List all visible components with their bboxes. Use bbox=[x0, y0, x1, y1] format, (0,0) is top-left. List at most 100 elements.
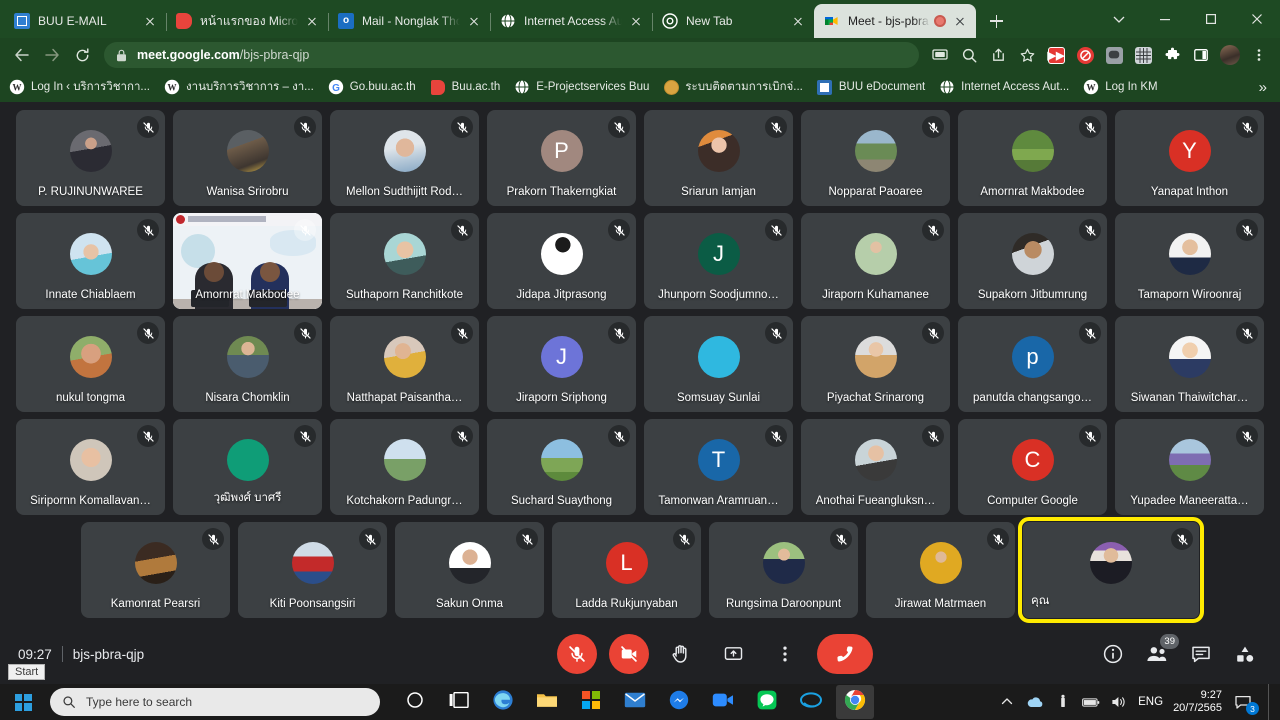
meeting-details-button[interactable] bbox=[1100, 641, 1126, 667]
leave-call-button[interactable] bbox=[817, 634, 873, 674]
participant-tile[interactable]: Suchard Suaythong bbox=[487, 419, 636, 515]
cast-icon[interactable] bbox=[927, 42, 953, 68]
more-options-button[interactable] bbox=[765, 634, 805, 674]
extension-video-downloader-icon[interactable]: ▶▶ bbox=[1043, 42, 1069, 68]
taskbar-clock[interactable]: 9:27 20/7/2565 bbox=[1173, 689, 1224, 715]
participant-tile[interactable]: Y Yanapat Inthon bbox=[1115, 110, 1264, 206]
participant-tile[interactable]: Sakun Onma bbox=[395, 522, 544, 618]
address-bar[interactable]: meet.google.com/bjs-pbra-qjp bbox=[104, 42, 919, 68]
tab-close-button[interactable] bbox=[142, 13, 158, 29]
microphone-off-button[interactable] bbox=[557, 634, 597, 674]
camera-off-button[interactable] bbox=[609, 634, 649, 674]
participant-tile[interactable]: Yupadee Maneeratta… bbox=[1115, 419, 1264, 515]
site-information-lock-icon[interactable] bbox=[116, 49, 127, 62]
close-window-button[interactable] bbox=[1234, 3, 1280, 35]
participant-tile[interactable]: คุณ bbox=[1018, 517, 1204, 623]
taskbar-app-line[interactable] bbox=[748, 685, 786, 719]
taskbar-app-zoom[interactable] bbox=[704, 685, 742, 719]
participant-tile[interactable]: Piyachat Srinarong bbox=[801, 316, 950, 412]
show-everyone-button[interactable]: 39 bbox=[1144, 634, 1179, 667]
participant-tile[interactable]: Innate Chiablaem bbox=[16, 213, 165, 309]
chrome-menu-icon[interactable] bbox=[1246, 42, 1272, 68]
language-indicator[interactable]: ENG bbox=[1138, 696, 1163, 708]
participant-tile[interactable]: P Prakorn Thakerngkiat bbox=[487, 110, 636, 206]
tab-close-button[interactable] bbox=[466, 13, 482, 29]
battery-icon[interactable] bbox=[1082, 693, 1100, 711]
taskbar-app-messenger[interactable] bbox=[660, 685, 698, 719]
activities-button[interactable] bbox=[1232, 641, 1258, 667]
present-screen-button[interactable] bbox=[713, 634, 753, 674]
browser-tab-1[interactable]: หน้าแรกของ Microso bbox=[166, 4, 329, 38]
tab-recording-indicator-icon[interactable] bbox=[934, 15, 946, 27]
onedrive-icon[interactable] bbox=[1026, 693, 1044, 711]
tab-close-button[interactable] bbox=[628, 13, 644, 29]
profile-avatar[interactable] bbox=[1217, 42, 1243, 68]
participant-tile[interactable]: Wanisa Srirobru bbox=[173, 110, 322, 206]
taskbar-app-google-chrome[interactable] bbox=[836, 685, 874, 719]
participant-tile[interactable]: L Ladda Rukjunyaban bbox=[552, 522, 701, 618]
participant-tile[interactable]: Anothai Fueangluksn… bbox=[801, 419, 950, 515]
taskbar-app-microsoft-edge[interactable] bbox=[484, 685, 522, 719]
reload-button[interactable] bbox=[68, 41, 96, 69]
search-icon[interactable] bbox=[956, 42, 982, 68]
participant-tile[interactable]: J Jhunporn Soodjumno… bbox=[644, 213, 793, 309]
participant-tile[interactable]: C Computer Google bbox=[958, 419, 1107, 515]
browser-tab-2[interactable]: o Mail - Nonglak Tho bbox=[328, 4, 491, 38]
forward-button[interactable] bbox=[38, 41, 66, 69]
maximize-button[interactable] bbox=[1188, 3, 1234, 35]
bookmark-item-4[interactable]: E-Projectservices Buu bbox=[514, 79, 649, 95]
participant-tile[interactable]: Mellon Sudthijitt Rod… bbox=[330, 110, 479, 206]
extensions-puzzle-icon[interactable] bbox=[1159, 42, 1185, 68]
browser-tab-5[interactable]: Meet - bjs-pbra bbox=[814, 4, 976, 38]
usb-icon[interactable] bbox=[1054, 693, 1072, 711]
bookmark-item-0[interactable]: W Log In ‹ บริการวิชากา... bbox=[9, 78, 150, 96]
taskbar-app-cortana[interactable] bbox=[396, 685, 434, 719]
taskbar-app-internet-explorer[interactable] bbox=[792, 685, 830, 719]
participant-tile[interactable]: Siwanan Thaiwitchar… bbox=[1115, 316, 1264, 412]
bookmark-item-5[interactable]: ระบบติดตามการเบิกจ่... bbox=[663, 78, 803, 96]
participant-tile[interactable]: Somsuay Sunlai bbox=[644, 316, 793, 412]
tab-close-button[interactable] bbox=[952, 13, 968, 29]
bookmarks-overflow-button[interactable]: » bbox=[1259, 79, 1271, 96]
participant-tile[interactable]: Tamaporn Wiroonraj bbox=[1115, 213, 1264, 309]
taskbar-search-box[interactable]: Type here to search bbox=[50, 688, 380, 716]
participant-tile[interactable]: Supakorn Jitbumrung bbox=[958, 213, 1107, 309]
participant-tile[interactable]: Rungsima Daroonpunt bbox=[709, 522, 858, 618]
participant-tile[interactable]: Amornrat Makbodee bbox=[958, 110, 1107, 206]
tab-search-chevron-icon[interactable] bbox=[1096, 3, 1142, 35]
taskbar-app-task-view[interactable] bbox=[440, 685, 478, 719]
browser-tab-4[interactable]: New Tab bbox=[652, 4, 815, 38]
participant-tile[interactable]: p panutda changsango… bbox=[958, 316, 1107, 412]
participant-tile[interactable]: Amornrat Makbodee bbox=[173, 213, 322, 309]
show-hidden-icons-chevron[interactable] bbox=[998, 693, 1016, 711]
bookmark-item-2[interactable]: G Go.buu.ac.th bbox=[328, 79, 416, 95]
participant-tile[interactable]: วุฒิพงศ์ บาศรี bbox=[173, 419, 322, 515]
chat-button[interactable] bbox=[1188, 641, 1214, 667]
tab-close-button[interactable] bbox=[790, 13, 806, 29]
bookmark-item-7[interactable]: Internet Access Aut... bbox=[939, 79, 1069, 95]
raise-hand-button[interactable] bbox=[661, 634, 701, 674]
participant-tile[interactable]: Natthapat Paisantha… bbox=[330, 316, 479, 412]
bookmark-item-1[interactable]: W งานบริการวิชาการ – งา... bbox=[164, 78, 314, 96]
participant-tile[interactable]: Nopparat Paoaree bbox=[801, 110, 950, 206]
side-panel-icon[interactable] bbox=[1188, 42, 1214, 68]
volume-icon[interactable] bbox=[1110, 693, 1128, 711]
participant-tile[interactable]: T Tamonwan Aramruan… bbox=[644, 419, 793, 515]
tab-close-button[interactable] bbox=[304, 13, 320, 29]
show-desktop-button[interactable] bbox=[1268, 684, 1274, 720]
participant-tile[interactable]: J Jiraporn Sriphong bbox=[487, 316, 636, 412]
new-tab-button[interactable] bbox=[982, 7, 1010, 35]
back-button[interactable] bbox=[8, 41, 36, 69]
minimize-button[interactable] bbox=[1142, 3, 1188, 35]
browser-tab-3[interactable]: Internet Access Aut bbox=[490, 4, 653, 38]
participant-tile[interactable]: Kiti Poonsangsiri bbox=[238, 522, 387, 618]
participant-tile[interactable]: Sriarun Iamjan bbox=[644, 110, 793, 206]
participant-tile[interactable]: Jirawat Matrmaen bbox=[866, 522, 1015, 618]
extension-grid-icon[interactable] bbox=[1130, 42, 1156, 68]
extension-line-chat-icon[interactable] bbox=[1101, 42, 1127, 68]
bookmark-item-8[interactable]: W Log In KM bbox=[1083, 79, 1158, 95]
notification-center-button[interactable]: 3 bbox=[1234, 692, 1259, 715]
participant-tile[interactable]: Kotchakorn Padungr… bbox=[330, 419, 479, 515]
bookmark-item-3[interactable]: Buu.ac.th bbox=[430, 79, 500, 95]
taskbar-app-microsoft-store[interactable] bbox=[572, 685, 610, 719]
